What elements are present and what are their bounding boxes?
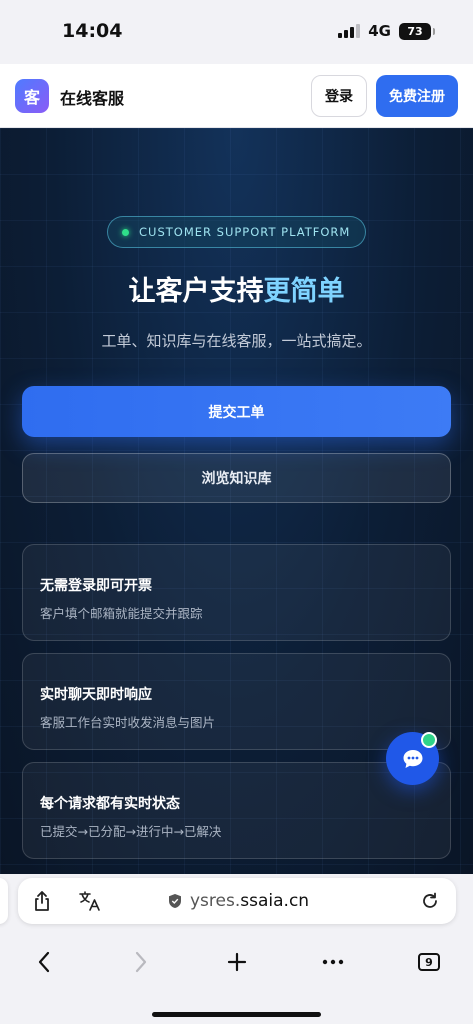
status-dot-icon — [122, 228, 129, 236]
previous-tab-edge[interactable] — [0, 878, 8, 924]
more-icon[interactable] — [318, 948, 348, 976]
title-main: 让客户支持 — [128, 276, 264, 307]
hero-section: CUSTOMER SUPPORT PLATFORM 让客户支持更简单 工单、知识… — [0, 128, 473, 874]
submit-ticket-button[interactable]: 提交工单 — [22, 386, 451, 437]
register-button[interactable]: 免费注册 — [376, 75, 458, 117]
url-domain: ssaia.cn — [240, 891, 310, 911]
badge-text: CUSTOMER SUPPORT PLATFORM — [139, 225, 351, 239]
platform-badge: CUSTOMER SUPPORT PLATFORM — [107, 216, 366, 248]
feature-card: 每个请求都有实时状态 已提交→已分配→进行中→已解决 — [22, 762, 451, 859]
shield-icon — [169, 894, 181, 908]
feature-desc: 已提交→已分配→进行中→已解决 — [40, 824, 222, 839]
reload-icon[interactable] — [418, 889, 442, 913]
title-highlight: 更简单 — [263, 276, 345, 307]
browser-toolbar: ysres.ssaia.cn 9 — [0, 874, 473, 1024]
feature-title: 每个请求都有实时状态 — [40, 796, 180, 812]
feature-title: 无需登录即可开票 — [40, 578, 152, 594]
hero-title: 让客户支持更简单 — [0, 269, 473, 308]
status-bar: 14:04 4G 73 — [0, 0, 473, 64]
feature-title: 实时聊天即时响应 — [40, 687, 152, 703]
address-bar[interactable]: ysres.ssaia.cn — [18, 878, 456, 924]
hero-subtitle: 工单、知识库与在线客服，一站式搞定。 — [101, 332, 372, 350]
online-indicator — [421, 732, 437, 748]
clock: 14:04 — [62, 20, 123, 42]
browser-nav: 9 — [0, 948, 473, 976]
forward-icon[interactable] — [126, 948, 156, 976]
logo[interactable]: 客 — [15, 79, 49, 113]
feature-card: 无需登录即可开票 客户填个邮箱就能提交并跟踪 — [22, 544, 451, 641]
tabs-icon[interactable]: 9 — [414, 948, 444, 976]
back-icon[interactable] — [29, 948, 59, 976]
url-subdomain: ysres. — [190, 891, 241, 911]
feature-desc: 客服工作台实时收发消息与图片 — [40, 715, 216, 730]
browse-kb-button[interactable]: 浏览知识库 — [22, 453, 451, 503]
feature-desc: 客户填个邮箱就能提交并跟踪 — [40, 606, 203, 621]
tab-count: 9 — [418, 953, 440, 971]
battery-level: 73 — [407, 24, 423, 38]
login-button[interactable]: 登录 — [311, 75, 367, 117]
feature-card: 实时聊天即时响应 客服工作台实时收发消息与图片 — [22, 653, 451, 750]
translate-icon[interactable] — [78, 889, 102, 913]
signal-icon — [338, 24, 361, 38]
network-type: 4G — [368, 22, 391, 40]
battery-icon: 73 — [399, 22, 435, 40]
home-indicator — [152, 1012, 321, 1017]
url-text[interactable]: ysres.ssaia.cn — [190, 891, 309, 911]
chat-icon — [403, 749, 422, 768]
plus-icon[interactable] — [222, 948, 252, 976]
share-icon[interactable] — [30, 889, 54, 913]
app-header: 客 在线客服 登录 免费注册 — [0, 64, 473, 128]
brand-name[interactable]: 在线客服 — [60, 85, 124, 109]
